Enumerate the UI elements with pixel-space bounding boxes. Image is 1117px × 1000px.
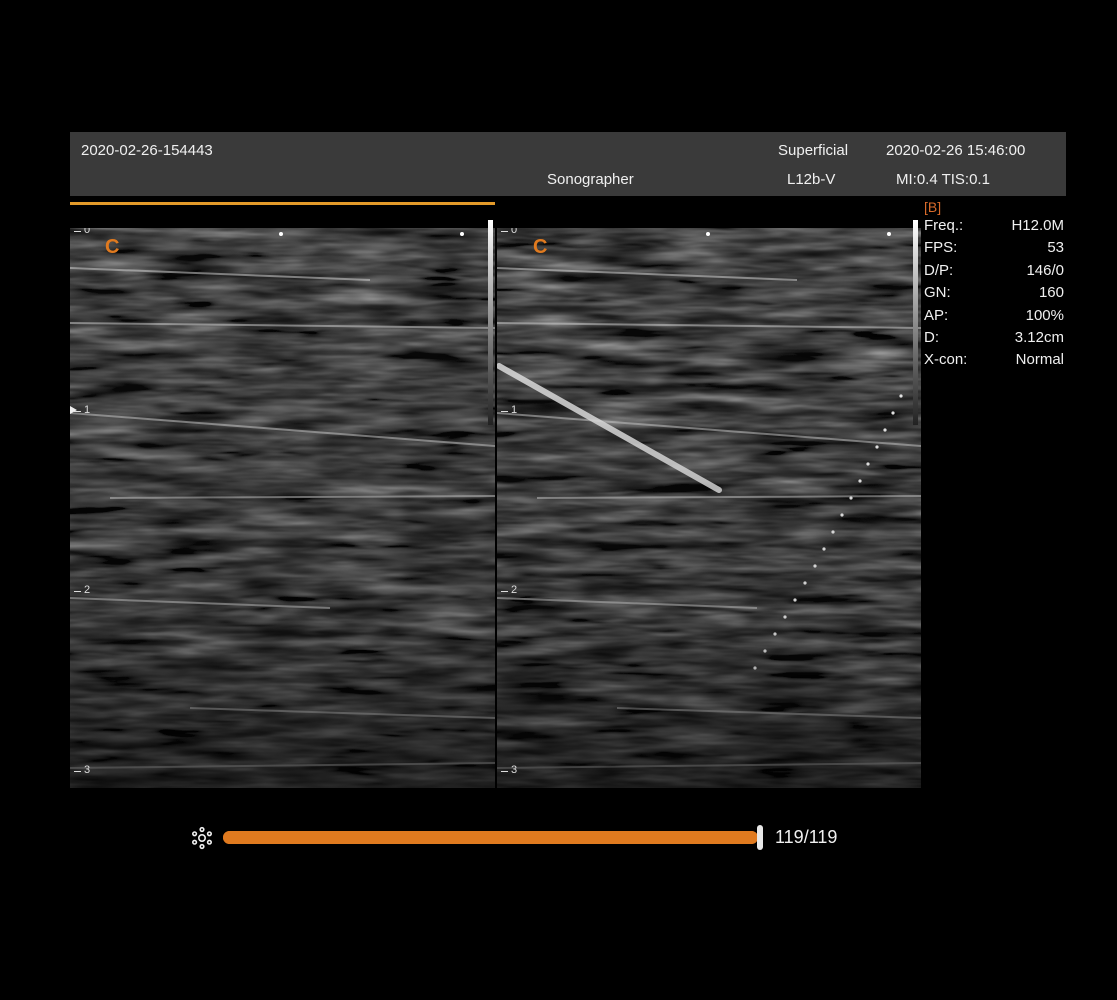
param-label: GN: <box>924 284 951 302</box>
probe-name: L12b-V <box>787 171 836 188</box>
exam-preset: Superficial <box>778 142 849 159</box>
param-label: AP: <box>924 306 949 324</box>
param-row-power: AP: 100% <box>924 305 1064 327</box>
depth-tick-0: 0 <box>500 228 517 236</box>
param-label: Freq.: <box>924 217 964 234</box>
param-value: 53 <box>1047 239 1064 257</box>
cine-progress-track[interactable] <box>223 831 758 844</box>
grayscale-bar <box>913 220 918 425</box>
active-image-indicator <box>70 202 495 205</box>
param-value: Normal <box>1015 351 1064 369</box>
operator-name: Sonographer <box>547 171 634 188</box>
param-value: H12.0M <box>1011 217 1064 234</box>
param-row-fps: FPS: 53 <box>924 237 1064 259</box>
depth-tick-1: 1 <box>73 404 91 416</box>
ultrasound-image-left[interactable]: C 0 1 2 3 <box>70 228 495 788</box>
param-label: FPS: <box>924 239 958 257</box>
param-value: 3.12cm <box>1014 328 1064 346</box>
scale-dot <box>279 232 283 236</box>
scale-dot <box>460 232 464 236</box>
scale-dot <box>706 232 710 236</box>
depth-tick-0: 0 <box>73 228 90 236</box>
param-row-frequency: Freq.: H12.0M <box>924 215 1064 237</box>
depth-tick-2: 2 <box>500 584 518 596</box>
cine-frame-counter: 119/119 <box>775 827 838 847</box>
exam-datetime: 2020-02-26 15:46:00 <box>886 142 1026 159</box>
param-row-depth: D: 3.12cm <box>924 327 1064 349</box>
param-value: 100% <box>1025 306 1064 324</box>
study-id: 2020-02-26-154443 <box>81 142 213 159</box>
cine-progress-fill <box>223 831 758 844</box>
param-row-dp: D/P: 146/0 <box>924 260 1064 282</box>
speckle-texture-right <box>497 228 921 788</box>
gear-icon[interactable] <box>190 826 214 850</box>
cine-handle[interactable] <box>757 825 763 850</box>
grayscale-bar <box>488 220 493 425</box>
param-label: D/P: <box>924 261 954 279</box>
color-mode-label: C <box>533 236 548 258</box>
depth-tick-1: 1 <box>500 404 518 416</box>
depth-tick-2: 2 <box>73 584 91 596</box>
depth-tick-3: 3 <box>500 764 518 776</box>
param-value: 146/0 <box>1026 261 1064 279</box>
param-row-gain: GN: 160 <box>924 282 1064 304</box>
color-mode-label: C <box>105 236 120 258</box>
depth-tick-3: 3 <box>73 764 91 776</box>
param-label: X-con: <box>924 351 968 369</box>
imaging-mode-label: [B] <box>924 199 942 215</box>
scale-dot <box>887 232 891 236</box>
ultrasound-image-right[interactable]: C 0 1 2 3 <box>497 228 921 788</box>
info-header: 2020-02-26-154443 Superficial 2020-02-26… <box>70 132 1066 196</box>
param-label: D: <box>924 328 939 346</box>
safety-indices: MI:0.4 TIS:0.1 <box>896 171 990 188</box>
speckle-texture-left <box>70 228 495 788</box>
param-row-xcon: X-con: Normal <box>924 349 1064 371</box>
param-value: 160 <box>1038 284 1064 302</box>
parameter-panel: [B] Freq.: H12.0M FPS: 53 D/P: 146/0 GN:… <box>924 199 1064 372</box>
focus-marker[interactable] <box>70 406 77 414</box>
